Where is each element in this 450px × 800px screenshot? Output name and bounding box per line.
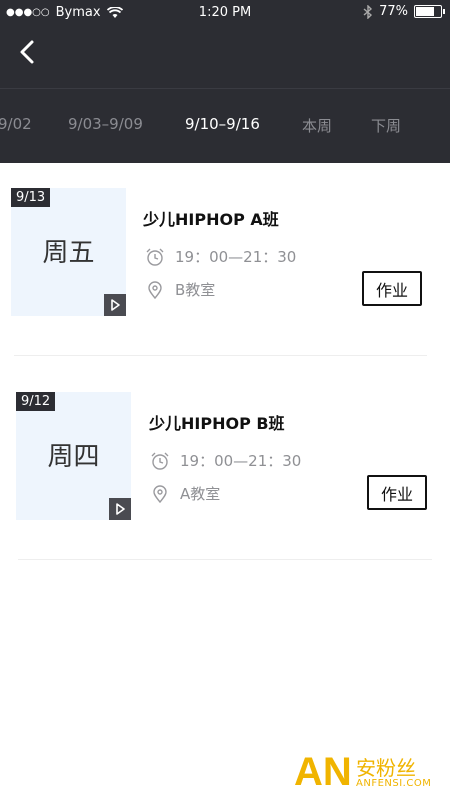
alarm-clock-icon bbox=[146, 248, 164, 266]
location-pin-icon bbox=[148, 280, 162, 299]
play-button[interactable] bbox=[109, 498, 131, 520]
alarm-clock-icon bbox=[151, 452, 169, 470]
play-icon bbox=[116, 503, 125, 515]
header-divider bbox=[0, 88, 450, 89]
course-card[interactable]: 9/13 周五 少儿HIPHOP A班 19：00—21：30 B教室 作业 bbox=[0, 188, 450, 358]
tab-week-0902[interactable]: 9/02 bbox=[0, 115, 32, 133]
status-bar: ●●●○○ Bymax 1:20 PM 77% bbox=[0, 0, 450, 26]
date-badge: 9/13 bbox=[11, 188, 51, 207]
course-time: 19：00—21：30 bbox=[150, 450, 301, 471]
course-thumbnail[interactable]: 9/13 周五 bbox=[11, 188, 126, 316]
course-time-text: 19：00—21：30 bbox=[175, 248, 297, 266]
course-thumbnail[interactable]: 9/12 周四 bbox=[16, 392, 131, 520]
play-button[interactable] bbox=[104, 294, 126, 316]
course-title: 少儿HIPHOP A班 bbox=[143, 210, 279, 229]
tab-week-0910-0916[interactable]: 9/10–9/16 bbox=[185, 115, 260, 133]
course-time: 19：00—21：30 bbox=[145, 246, 296, 267]
weekday-label: 周五 bbox=[42, 238, 95, 268]
site-watermark: AN 安粉丝 ANFENSI.COM bbox=[294, 750, 444, 796]
card-divider bbox=[18, 559, 432, 560]
bluetooth-icon bbox=[363, 4, 373, 19]
watermark-cn: 安粉丝 bbox=[356, 756, 416, 780]
tab-week-0903-0909[interactable]: 9/03–9/09 bbox=[68, 115, 143, 133]
play-icon bbox=[111, 299, 120, 311]
watermark-en: ANFENSI.COM bbox=[356, 778, 432, 789]
weekday-label: 周四 bbox=[47, 442, 100, 472]
battery-icon bbox=[414, 5, 445, 18]
location-pin-icon bbox=[153, 484, 167, 503]
watermark-logo: AN bbox=[294, 750, 352, 794]
tab-this-week[interactable]: 本周 bbox=[302, 115, 332, 136]
week-tab-bar: 9/02 9/03–9/09 9/10–9/16 本周 下周 bbox=[0, 105, 450, 145]
card-divider bbox=[14, 355, 427, 356]
chevron-left-icon bbox=[20, 40, 34, 64]
date-badge: 9/12 bbox=[16, 392, 56, 411]
tab-next-week[interactable]: 下周 bbox=[371, 115, 401, 136]
battery-percent: 77% bbox=[379, 4, 408, 19]
course-room-text: B教室 bbox=[175, 281, 216, 299]
course-time-text: 19：00—21：30 bbox=[180, 452, 302, 470]
homework-button[interactable]: 作业 bbox=[367, 475, 427, 510]
top-bar: ●●●○○ Bymax 1:20 PM 77% 9/02 9/03–9/09 9… bbox=[0, 0, 450, 163]
homework-button[interactable]: 作业 bbox=[362, 271, 422, 306]
course-card[interactable]: 9/12 周四 少儿HIPHOP B班 19：00—21：30 A教室 作业 bbox=[0, 392, 450, 562]
course-room: A教室 bbox=[150, 483, 220, 504]
back-button[interactable] bbox=[16, 38, 40, 66]
course-room-text: A教室 bbox=[180, 485, 221, 503]
course-title: 少儿HIPHOP B班 bbox=[149, 414, 285, 433]
status-right: 77% bbox=[363, 4, 445, 19]
course-room: B教室 bbox=[145, 279, 215, 300]
